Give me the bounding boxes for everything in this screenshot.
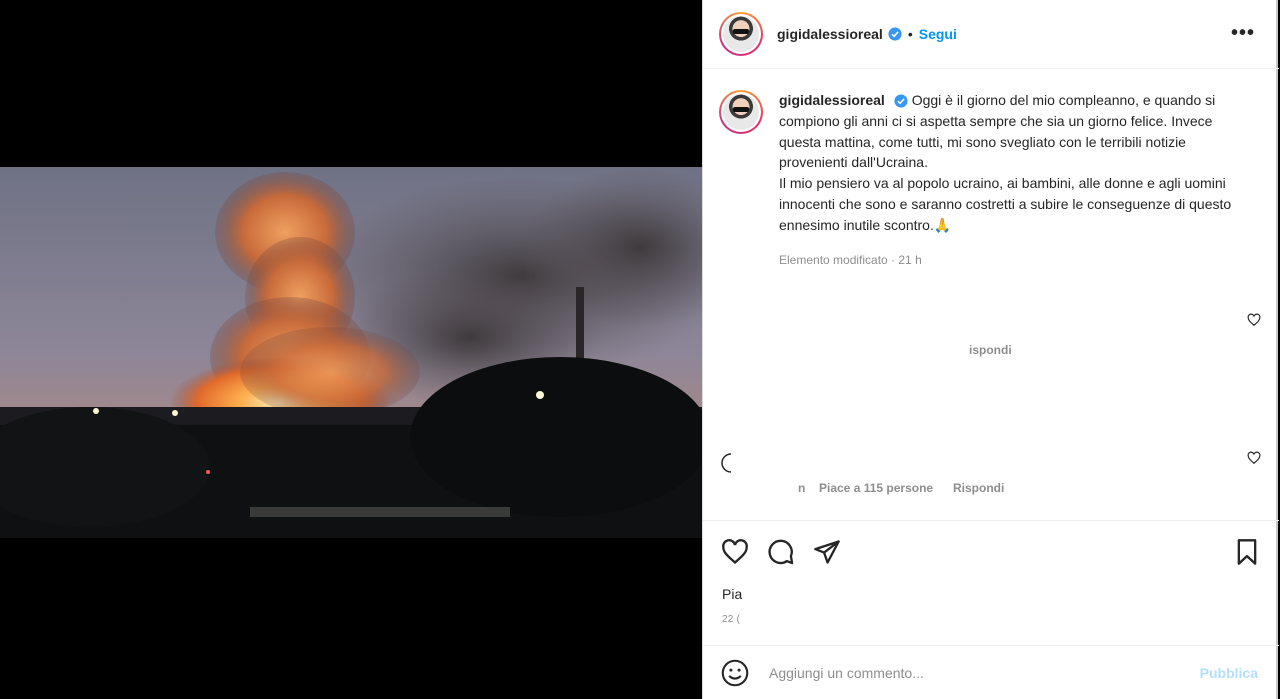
follow-button[interactable]: Segui <box>919 26 957 42</box>
post-photo[interactable] <box>0 167 702 538</box>
post-media-area <box>0 0 702 699</box>
comment-like-heart-icon[interactable] <box>1247 451 1261 465</box>
verified-badge-icon <box>888 27 902 41</box>
post-date: 22 ( <box>722 614 741 625</box>
avatar-image <box>723 16 759 52</box>
heart-icon[interactable] <box>721 538 749 566</box>
author-username[interactable]: gigidalessioreal <box>777 26 883 42</box>
comment-reply-link[interactable]: ispondi <box>969 343 1012 357</box>
comment-like-heart-icon[interactable] <box>1247 313 1261 327</box>
verified-badge-icon <box>894 94 908 108</box>
smiley-icon[interactable] <box>721 659 749 687</box>
comment-fragment: n <box>798 481 806 495</box>
add-comment-bar: Pubblica <box>703 645 1279 699</box>
author-avatar[interactable] <box>719 12 763 56</box>
post-actions-bar <box>703 520 1279 580</box>
partial-avatar-icon <box>721 453 732 473</box>
separator-dot: • <box>907 26 913 42</box>
comment-likes-count[interactable]: Piace a 115 persone <box>819 481 933 495</box>
paper-plane-icon[interactable] <box>813 538 841 566</box>
post-header: gigidalessioreal • Segui ••• <box>703 0 1279 69</box>
bookmark-icon[interactable] <box>1233 538 1261 566</box>
caption-text: Oggi è il giorno del mio compleanno, e q… <box>779 92 1232 233</box>
caption-meta: Elemento modificato · 21 h <box>779 252 922 267</box>
post-caption: gigidalessioreal Oggi è il giorno del mi… <box>719 90 1259 270</box>
comment-input[interactable] <box>769 664 1159 681</box>
caption-username[interactable]: gigidalessioreal <box>779 92 885 108</box>
comment-reply-link[interactable]: Rispondi <box>953 481 1004 495</box>
avatar-image <box>723 94 759 130</box>
scrollbar-track[interactable] <box>1276 0 1278 699</box>
more-options-icon[interactable]: ••• <box>1231 22 1255 45</box>
likes-count[interactable]: Pia <box>722 586 742 602</box>
post-details-panel: gigidalessioreal • Segui ••• gigidalessi… <box>702 0 1279 699</box>
caption-avatar[interactable] <box>719 90 763 134</box>
comment-bubble-icon[interactable] <box>767 538 795 566</box>
publish-button[interactable]: Pubblica <box>1200 665 1258 681</box>
